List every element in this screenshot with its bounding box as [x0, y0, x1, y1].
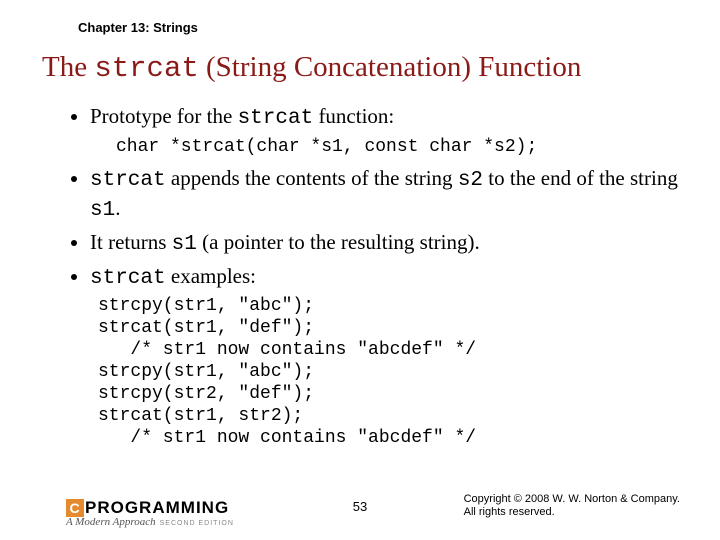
- bullet-1: Prototype for the strcat function:: [90, 103, 680, 133]
- copyright: Copyright © 2008 W. W. Norton & Company.…: [464, 493, 680, 521]
- logo-subtitle: A Modern Approach SECOND EDITION: [66, 516, 234, 528]
- bullet-4: strcat examples:: [90, 263, 680, 293]
- bullet-list: Prototype for the strcat function:: [60, 103, 680, 133]
- logo-sub-text: A Modern Approach: [66, 516, 156, 528]
- title-post: (String Concatenation) Function: [199, 51, 582, 83]
- logo-title: CPROGRAMMING: [66, 498, 234, 518]
- example-code: strcpy(str1, "abc"); strcat(str1, "def")…: [98, 296, 680, 450]
- bullet-2: strcat appends the contents of the strin…: [90, 165, 680, 225]
- b2-end: .: [115, 196, 120, 220]
- logo-text: PROGRAMMING: [85, 498, 229, 517]
- b3-post: (a pointer to the resulting string).: [197, 230, 480, 254]
- slide-title: The strcat (String Concatenation) Functi…: [42, 51, 680, 85]
- b1-post: function:: [313, 104, 394, 128]
- b3-code: s1: [172, 233, 197, 256]
- b2-code2: s2: [458, 169, 483, 192]
- copyright-line1: Copyright © 2008 W. W. Norton & Company.: [464, 493, 680, 507]
- prototype-code: char *strcat(char *s1, const char *s2);: [116, 137, 680, 157]
- copyright-line2: All rights reserved.: [464, 506, 680, 520]
- title-code: strcat: [94, 52, 198, 85]
- b3-pre: It returns: [90, 230, 172, 254]
- bullet-3: It returns s1 (a pointer to the resultin…: [90, 229, 680, 259]
- b2-code3: s1: [90, 199, 115, 222]
- logo-c-icon: C: [66, 499, 84, 517]
- b2-code1: strcat: [90, 169, 166, 192]
- bullet-list-2: strcat appends the contents of the strin…: [60, 165, 680, 293]
- b4-post: examples:: [166, 264, 256, 288]
- slide: Chapter 13: Strings The strcat (String C…: [0, 0, 720, 540]
- b1-pre: Prototype for the: [90, 104, 238, 128]
- b2-mid2: to the end of the string: [483, 166, 678, 190]
- footer: CPROGRAMMING A Modern Approach SECOND EDI…: [0, 484, 720, 530]
- title-pre: The: [42, 51, 94, 83]
- chapter-label: Chapter 13: Strings: [78, 20, 680, 35]
- b4-code: strcat: [90, 267, 166, 290]
- page-number: 53: [353, 499, 367, 514]
- logo-edition: SECOND EDITION: [160, 520, 234, 527]
- b1-code: strcat: [238, 107, 314, 130]
- b2-mid1: appends the contents of the string: [166, 166, 458, 190]
- book-logo: CPROGRAMMING A Modern Approach SECOND EDI…: [66, 498, 234, 528]
